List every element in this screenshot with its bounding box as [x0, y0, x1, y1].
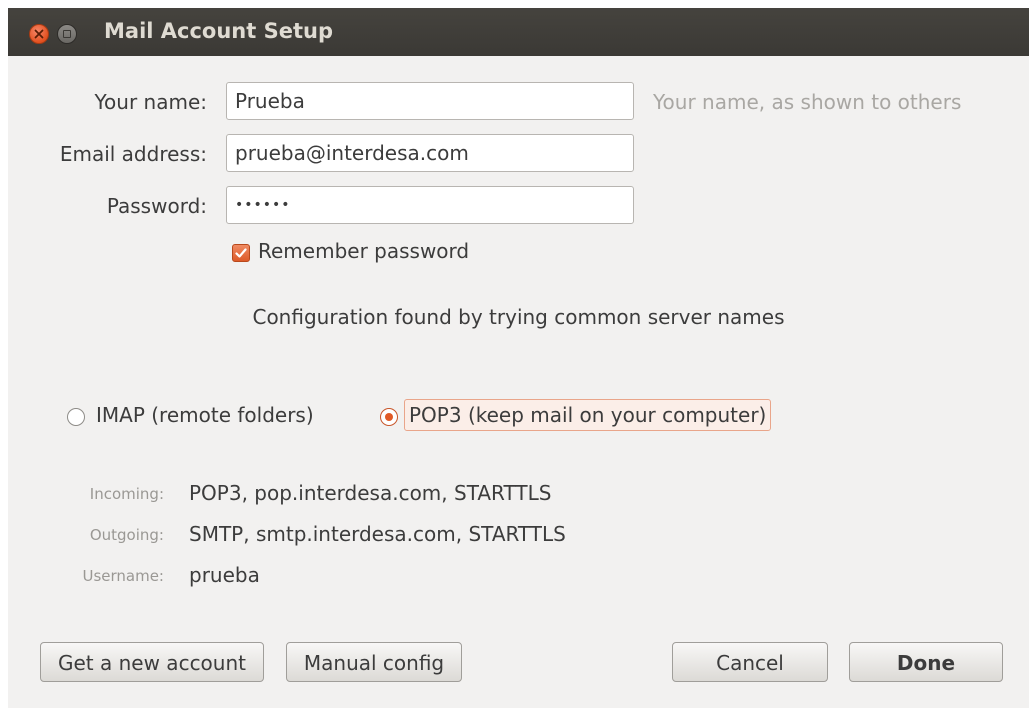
- name-hint: Your name, as shown to others: [653, 90, 962, 114]
- remember-password-label[interactable]: Remember password: [258, 239, 469, 263]
- config-status-message: Configuration found by trying common ser…: [252, 305, 785, 329]
- username-value: prueba: [189, 563, 260, 587]
- name-label: Your name:: [94, 90, 207, 114]
- cancel-button[interactable]: Cancel: [672, 642, 828, 682]
- title-bar[interactable]: Mail Account Setup: [8, 8, 1029, 56]
- incoming-value: POP3, pop.interdesa.com, STARTTLS: [189, 481, 552, 505]
- manual-config-button[interactable]: Manual config: [286, 642, 462, 682]
- username-label: Username:: [82, 567, 164, 585]
- password-label: Password:: [106, 194, 207, 218]
- pop3-radio[interactable]: [380, 408, 398, 426]
- name-input[interactable]: Prueba: [226, 82, 634, 120]
- get-new-account-button[interactable]: Get a new account: [40, 642, 264, 682]
- pop3-radio-label[interactable]: POP3 (keep mail on your computer): [404, 399, 772, 431]
- remember-password-checkbox[interactable]: [232, 244, 250, 262]
- outgoing-value: SMTP, smtp.interdesa.com, STARTTLS: [189, 522, 566, 546]
- incoming-label: Incoming:: [89, 485, 164, 503]
- window-title: Mail Account Setup: [104, 19, 333, 43]
- maximize-icon[interactable]: [57, 24, 77, 44]
- email-input[interactable]: prueba@interdesa.com: [226, 134, 634, 172]
- imap-radio-label[interactable]: IMAP (remote folders): [96, 403, 314, 427]
- outgoing-label: Outgoing:: [89, 526, 164, 544]
- mail-account-setup-window: Mail Account Setup Your name: Prueba You…: [8, 8, 1029, 708]
- close-icon[interactable]: [29, 24, 49, 44]
- done-button[interactable]: Done: [849, 642, 1003, 682]
- email-label: Email address:: [59, 142, 207, 166]
- imap-radio[interactable]: [67, 408, 85, 426]
- password-input[interactable]: ••••••: [226, 186, 634, 224]
